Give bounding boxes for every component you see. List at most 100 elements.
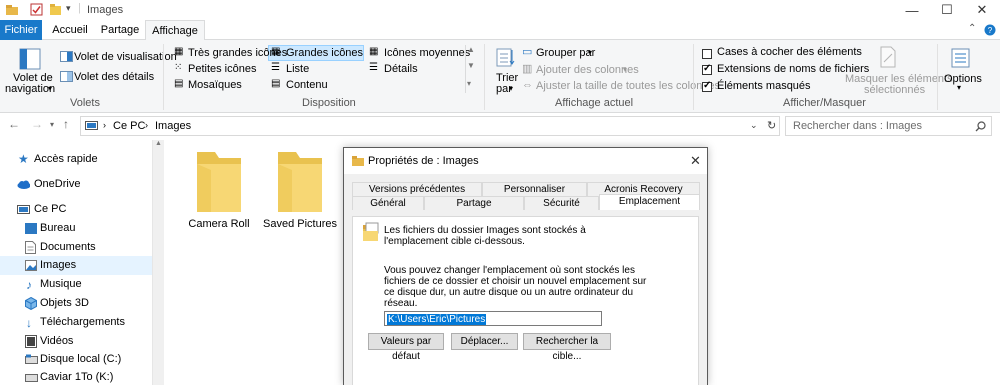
hidden-items-checkbox[interactable] [702, 80, 712, 92]
nav-item-3d-objects[interactable]: Objets 3D [0, 294, 152, 313]
expand-gallery-icon[interactable]: ▾ [467, 79, 471, 88]
this-pc-address-icon [85, 121, 98, 130]
forward-arrow-icon[interactable]: → [31, 117, 43, 131]
maximize-button[interactable]: ☐ [930, 0, 964, 20]
minimize-button[interactable]: — [895, 0, 929, 20]
layout-content[interactable]: Contenu [286, 79, 328, 91]
group-by-dropdown-icon[interactable]: ▾ [588, 48, 592, 57]
nav-item-caviar-k[interactable]: Caviar 1To (K:) [0, 368, 152, 385]
nav-item-this-pc[interactable]: Ce PC [0, 200, 152, 219]
nav-item-documents[interactable]: Documents [0, 238, 152, 257]
scroll-down-icon[interactable]: ▼ [467, 61, 475, 70]
breadcrumb-images[interactable]: Images [155, 120, 191, 132]
computer-icon [17, 205, 30, 214]
window-title: Images [87, 4, 124, 16]
address-input[interactable]: › Ce PC › Images ⌄ ↻ [80, 116, 780, 136]
breadcrumb-separator-icon[interactable]: › [103, 120, 106, 130]
tab-sharing[interactable]: Partage [424, 196, 524, 210]
scroll-up-icon[interactable]: ▲ [467, 45, 475, 54]
find-target-button[interactable]: Rechercher la cible... [523, 333, 611, 362]
layout-details[interactable]: Détails [384, 63, 418, 75]
recent-locations-icon[interactable]: ▾ [50, 120, 54, 129]
nav-label: Musique [40, 278, 82, 290]
group-separator [693, 44, 694, 110]
scroll-up-icon[interactable]: ▲ [155, 140, 162, 147]
hidden-items-label[interactable]: Éléments masqués [717, 80, 811, 92]
breadcrumb-separator-icon[interactable]: › [145, 120, 148, 130]
layout-list[interactable]: Liste [286, 63, 309, 75]
tab-home[interactable]: Accueil [46, 20, 94, 40]
move-button[interactable]: Déplacer... [451, 333, 518, 350]
collapse-ribbon-icon[interactable]: ⌃ [968, 23, 976, 34]
location-desc-line-1: Vous pouvez changer l'emplacement où son… [384, 265, 635, 276]
preview-pane-icon[interactable] [60, 51, 73, 62]
navigation-pane-dropdown-icon[interactable]: ▾ [48, 84, 52, 93]
tiles-icon: ▤ [174, 78, 184, 89]
group-by-button[interactable]: Grouper par [536, 47, 595, 59]
nav-label: OneDrive [34, 178, 81, 190]
file-explorer-icon [6, 5, 18, 15]
back-arrow-icon[interactable]: ← [8, 117, 20, 131]
folder-saved-pictures[interactable]: Saved Pictures [262, 150, 338, 230]
layout-tiles[interactable]: Mosaïques [188, 79, 242, 91]
location-path-input[interactable]: K:\Users\Eric\Pictures [384, 311, 602, 326]
help-icon[interactable]: ? [984, 24, 996, 36]
nav-item-downloads[interactable]: ↓ Téléchargements [0, 313, 152, 332]
hide-selected-label-2: sélectionnés [864, 84, 926, 96]
nav-item-music[interactable]: ♪ Musique [0, 275, 152, 294]
details-pane-button[interactable]: Volet des détails [74, 71, 154, 83]
preview-pane-button[interactable]: Volet de visualisation [74, 51, 177, 63]
medium-icons-icon: ▦ [369, 46, 379, 57]
address-history-dropdown-icon[interactable]: ⌄ [750, 120, 758, 131]
breadcrumb-this-pc[interactable]: Ce PC [113, 120, 145, 132]
nav-label: Disque local (C:) [40, 353, 122, 365]
search-input[interactable]: Rechercher dans : Images [785, 116, 992, 136]
new-folder-quick-access-icon[interactable] [49, 3, 62, 16]
tab-customize[interactable]: Personnaliser [482, 182, 587, 196]
cloud-icon [17, 180, 30, 189]
nav-item-images[interactable]: Images [0, 256, 152, 275]
sort-dropdown-icon[interactable]: ▾ [509, 84, 513, 93]
dialog-close-icon[interactable]: ✕ [690, 153, 701, 169]
properties-quick-access-icon[interactable] [30, 3, 43, 16]
layout-large-icons[interactable]: Grandes icônes [286, 47, 363, 59]
nav-label: Caviar 1To (K:) [40, 371, 114, 383]
nav-item-desktop[interactable]: Bureau [0, 219, 152, 238]
tab-share[interactable]: Partage [96, 20, 144, 40]
options-dropdown-icon[interactable]: ▾ [957, 83, 961, 92]
navigation-pane-scrollbar[interactable]: ▲ [152, 140, 164, 385]
tab-file[interactable]: Fichier [0, 20, 42, 40]
location-desc-line-4: réseau. [384, 298, 418, 309]
tab-location[interactable]: Emplacement [599, 194, 700, 210]
details-pane-icon[interactable] [60, 71, 73, 82]
quick-access-dropdown-icon[interactable]: ▾ [66, 3, 71, 14]
refresh-icon[interactable]: ↻ [767, 119, 776, 132]
tab-security[interactable]: Sécurité [524, 196, 599, 210]
tab-view[interactable]: Affichage [145, 20, 205, 41]
navigation-pane-icon[interactable] [19, 48, 41, 70]
nav-item-quick-access[interactable]: ★ Accès rapide [0, 150, 152, 169]
layout-scroller[interactable]: ▲ ▼ ▾ [465, 45, 476, 93]
tab-previous-versions[interactable]: Versions précédentes [352, 182, 482, 196]
sort-by-icon[interactable] [495, 46, 517, 70]
options-button[interactable]: Options [944, 73, 982, 85]
nav-item-local-disk-c[interactable]: Disque local (C:) [0, 350, 152, 369]
up-arrow-icon[interactable]: ↑ [63, 117, 69, 131]
nav-item-onedrive[interactable]: OneDrive [0, 175, 152, 194]
search-icon[interactable] [975, 121, 986, 132]
folder-camera-roll[interactable]: Camera Roll [181, 150, 257, 230]
item-checkboxes-label[interactable]: Cases à cocher des éléments [717, 46, 862, 58]
panes-group-label: Volets [70, 97, 100, 109]
options-icon[interactable] [950, 47, 972, 69]
file-extensions-checkbox[interactable] [702, 63, 712, 75]
drive-icon [25, 374, 38, 382]
tab-general[interactable]: Général [352, 196, 424, 210]
restore-default-button[interactable]: Valeurs par défaut [368, 333, 444, 362]
nav-item-videos[interactable]: Vidéos [0, 332, 152, 351]
nav-label: Ce PC [34, 203, 67, 215]
close-button[interactable]: ✕ [965, 0, 999, 20]
layout-medium-icons[interactable]: Icônes moyennes [384, 47, 470, 59]
item-checkboxes-checkbox[interactable] [702, 49, 712, 59]
location-path-value: K:\Users\Eric\Pictures [387, 314, 487, 325]
layout-small-icons[interactable]: Petites icônes [188, 63, 256, 75]
